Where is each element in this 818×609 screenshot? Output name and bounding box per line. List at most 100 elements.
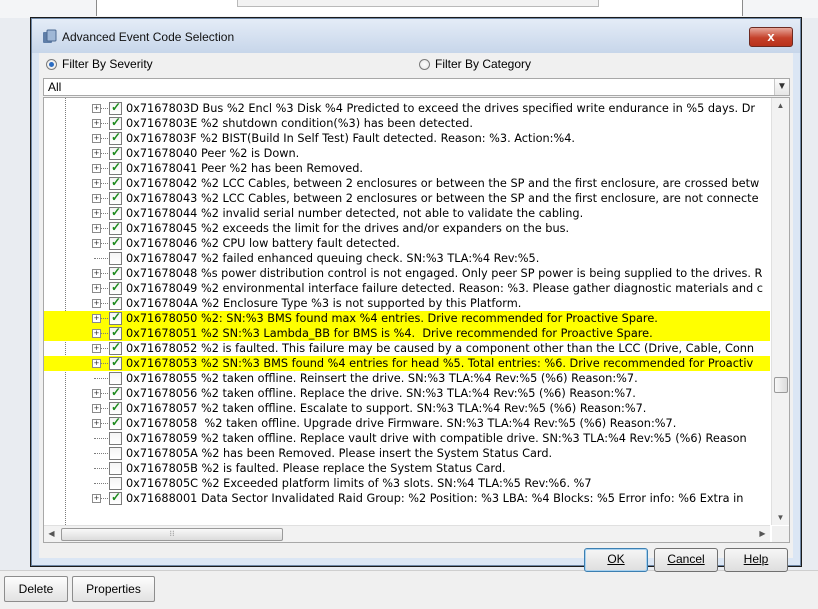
row-checkbox[interactable] bbox=[109, 325, 122, 340]
tree-row[interactable]: 0x7167805C %2 Exceeded platform limits o… bbox=[44, 476, 770, 491]
horizontal-scrollbar[interactable]: ◀ ⁝⁝ ▶ bbox=[44, 525, 770, 542]
title-bar[interactable]: Advanced Event Code Selection x bbox=[32, 19, 800, 53]
row-checkbox[interactable] bbox=[109, 145, 122, 160]
horizontal-scroll-thumb[interactable]: ⁝⁝ bbox=[61, 528, 283, 541]
row-checkbox[interactable] bbox=[109, 355, 122, 370]
tree-row[interactable]: 0x71678047 %2 failed enhanced queuing ch… bbox=[44, 251, 770, 266]
tree-row[interactable]: +0x71678041 Peer %2 has been Removed. bbox=[44, 160, 770, 176]
row-checkbox[interactable] bbox=[109, 310, 122, 325]
vertical-scrollbar[interactable]: ▲ ▼ bbox=[771, 98, 789, 525]
expand-icon[interactable]: + bbox=[92, 164, 101, 173]
row-label: 0x7167803F %2 BIST(Build In Self Test) F… bbox=[126, 132, 575, 145]
chevron-down-icon[interactable]: ▼ bbox=[774, 79, 789, 95]
tree-row[interactable]: +0x7167803E %2 shutdown condition(%3) ha… bbox=[44, 115, 770, 131]
row-checkbox[interactable] bbox=[109, 462, 122, 475]
row-checkbox[interactable] bbox=[109, 400, 122, 415]
tree-row[interactable]: +0x71678048 %s power distribution contro… bbox=[44, 265, 770, 281]
scroll-right-icon[interactable]: ▶ bbox=[755, 526, 770, 542]
row-checkbox[interactable] bbox=[109, 415, 122, 430]
expand-icon[interactable]: + bbox=[92, 299, 101, 308]
row-checkbox[interactable] bbox=[109, 340, 122, 355]
help-button[interactable]: Help bbox=[724, 548, 788, 572]
expand-icon[interactable]: + bbox=[92, 224, 101, 233]
event-code-tree[interactable]: +0x7167803D Bus %2 Encl %3 Disk %4 Predi… bbox=[43, 97, 790, 543]
row-checkbox[interactable] bbox=[109, 372, 122, 385]
row-checkbox[interactable] bbox=[109, 160, 122, 175]
row-checkbox[interactable] bbox=[109, 115, 122, 130]
expand-icon[interactable]: + bbox=[92, 104, 101, 113]
filter-by-severity-option[interactable]: Filter By Severity bbox=[46, 56, 153, 72]
tree-row[interactable]: +0x71688001 Data Sector Invalidated Raid… bbox=[44, 490, 770, 506]
tree-row[interactable]: +0x7167803D Bus %2 Encl %3 Disk %4 Predi… bbox=[44, 100, 770, 116]
row-checkbox[interactable] bbox=[109, 295, 122, 310]
cancel-button[interactable]: Cancel bbox=[654, 548, 718, 572]
row-label: 0x71688001 Data Sector Invalidated Raid … bbox=[126, 492, 744, 505]
tree-row[interactable]: +0x71678045 %2 exceeds the limit for the… bbox=[44, 220, 770, 236]
row-checkbox[interactable] bbox=[109, 190, 122, 205]
vertical-scroll-thumb[interactable] bbox=[774, 377, 788, 393]
expand-icon[interactable]: + bbox=[92, 209, 101, 218]
scroll-left-icon[interactable]: ◀ bbox=[44, 526, 59, 542]
tree-row[interactable]: 0x71678059 %2 taken offline. Replace vau… bbox=[44, 431, 770, 446]
row-checkbox[interactable] bbox=[109, 477, 122, 490]
tree-row[interactable]: 0x71678055 %2 taken offline. Reinsert th… bbox=[44, 371, 770, 386]
tree-row[interactable]: +0x71678044 %2 invalid serial number det… bbox=[44, 205, 770, 221]
close-button[interactable]: x bbox=[749, 27, 793, 47]
tree-row[interactable]: +0x71678042 %2 LCC Cables, between 2 enc… bbox=[44, 175, 770, 191]
expand-icon[interactable]: + bbox=[92, 179, 101, 188]
expand-icon[interactable]: + bbox=[92, 284, 101, 293]
category-radio[interactable] bbox=[419, 58, 430, 70]
expand-icon[interactable]: + bbox=[92, 359, 101, 368]
tree-row[interactable]: +0x71678050 %2: SN:%3 BMS found max %4 e… bbox=[44, 310, 770, 326]
filter-dropdown[interactable]: All ▼ bbox=[43, 78, 790, 96]
ok-button[interactable]: OK bbox=[584, 548, 648, 572]
expand-icon[interactable]: + bbox=[92, 314, 101, 323]
expand-icon[interactable]: + bbox=[92, 329, 101, 338]
expand-icon[interactable]: + bbox=[92, 119, 101, 128]
tree-row[interactable]: +0x71678046 %2 CPU low battery fault det… bbox=[44, 235, 770, 251]
expand-icon[interactable]: + bbox=[92, 344, 101, 353]
tree-row[interactable]: +0x71678052 %2 is faulted. This failure … bbox=[44, 340, 770, 356]
scroll-up-icon[interactable]: ▲ bbox=[773, 98, 788, 113]
row-checkbox[interactable] bbox=[109, 175, 122, 190]
row-checkbox[interactable] bbox=[109, 252, 122, 265]
row-checkbox[interactable] bbox=[109, 130, 122, 145]
tree-row[interactable]: +0x7167804A %2 Enclosure Type %3 is not … bbox=[44, 295, 770, 311]
row-checkbox[interactable] bbox=[109, 447, 122, 460]
tree-row[interactable]: +0x71678053 %2 SN:%3 BMS found %4 entrie… bbox=[44, 355, 770, 371]
row-checkbox[interactable] bbox=[109, 205, 122, 220]
properties-button[interactable]: Properties bbox=[72, 576, 155, 602]
row-checkbox[interactable] bbox=[109, 100, 122, 115]
tree-row[interactable]: +0x71678056 %2 taken offline. Replace th… bbox=[44, 385, 770, 401]
delete-button[interactable]: Delete bbox=[4, 576, 68, 602]
tree-row[interactable]: +0x71678058 %2 taken offline. Upgrade dr… bbox=[44, 415, 770, 431]
row-checkbox[interactable] bbox=[109, 280, 122, 295]
tree-row[interactable]: 0x7167805A %2 has been Removed. Please i… bbox=[44, 446, 770, 461]
expand-icon[interactable]: + bbox=[92, 239, 101, 248]
tree-row[interactable]: +0x71678051 %2 SN:%3 Lambda_BB for BMS i… bbox=[44, 325, 770, 341]
row-checkbox[interactable] bbox=[109, 235, 122, 250]
scroll-down-icon[interactable]: ▼ bbox=[773, 510, 788, 525]
row-checkbox[interactable] bbox=[109, 490, 122, 505]
expand-icon[interactable]: + bbox=[92, 194, 101, 203]
expand-icon[interactable]: + bbox=[92, 389, 101, 398]
tree-row[interactable]: +0x7167803F %2 BIST(Build In Self Test) … bbox=[44, 130, 770, 146]
row-label: 0x71678049 %2 environmental interface fa… bbox=[126, 282, 763, 295]
row-checkbox[interactable] bbox=[109, 265, 122, 280]
expand-icon[interactable]: + bbox=[92, 269, 101, 278]
tree-row[interactable]: +0x71678040 Peer %2 is Down. bbox=[44, 145, 770, 161]
filter-by-category-option[interactable]: Filter By Category bbox=[419, 56, 531, 72]
row-checkbox[interactable] bbox=[109, 220, 122, 235]
row-checkbox[interactable] bbox=[109, 432, 122, 445]
row-checkbox[interactable] bbox=[109, 385, 122, 400]
expand-icon[interactable]: + bbox=[92, 419, 101, 428]
tree-row[interactable]: +0x71678057 %2 taken offline. Escalate t… bbox=[44, 400, 770, 416]
expand-icon[interactable]: + bbox=[92, 149, 101, 158]
tree-row[interactable]: 0x7167805B %2 is faulted. Please replace… bbox=[44, 461, 770, 476]
tree-row[interactable]: +0x71678043 %2 LCC Cables, between 2 enc… bbox=[44, 190, 770, 206]
expand-icon[interactable]: + bbox=[92, 404, 101, 413]
expand-icon[interactable]: + bbox=[92, 134, 101, 143]
expand-icon[interactable]: + bbox=[92, 494, 101, 503]
severity-radio[interactable] bbox=[46, 58, 57, 70]
tree-row[interactable]: +0x71678049 %2 environmental interface f… bbox=[44, 280, 770, 296]
